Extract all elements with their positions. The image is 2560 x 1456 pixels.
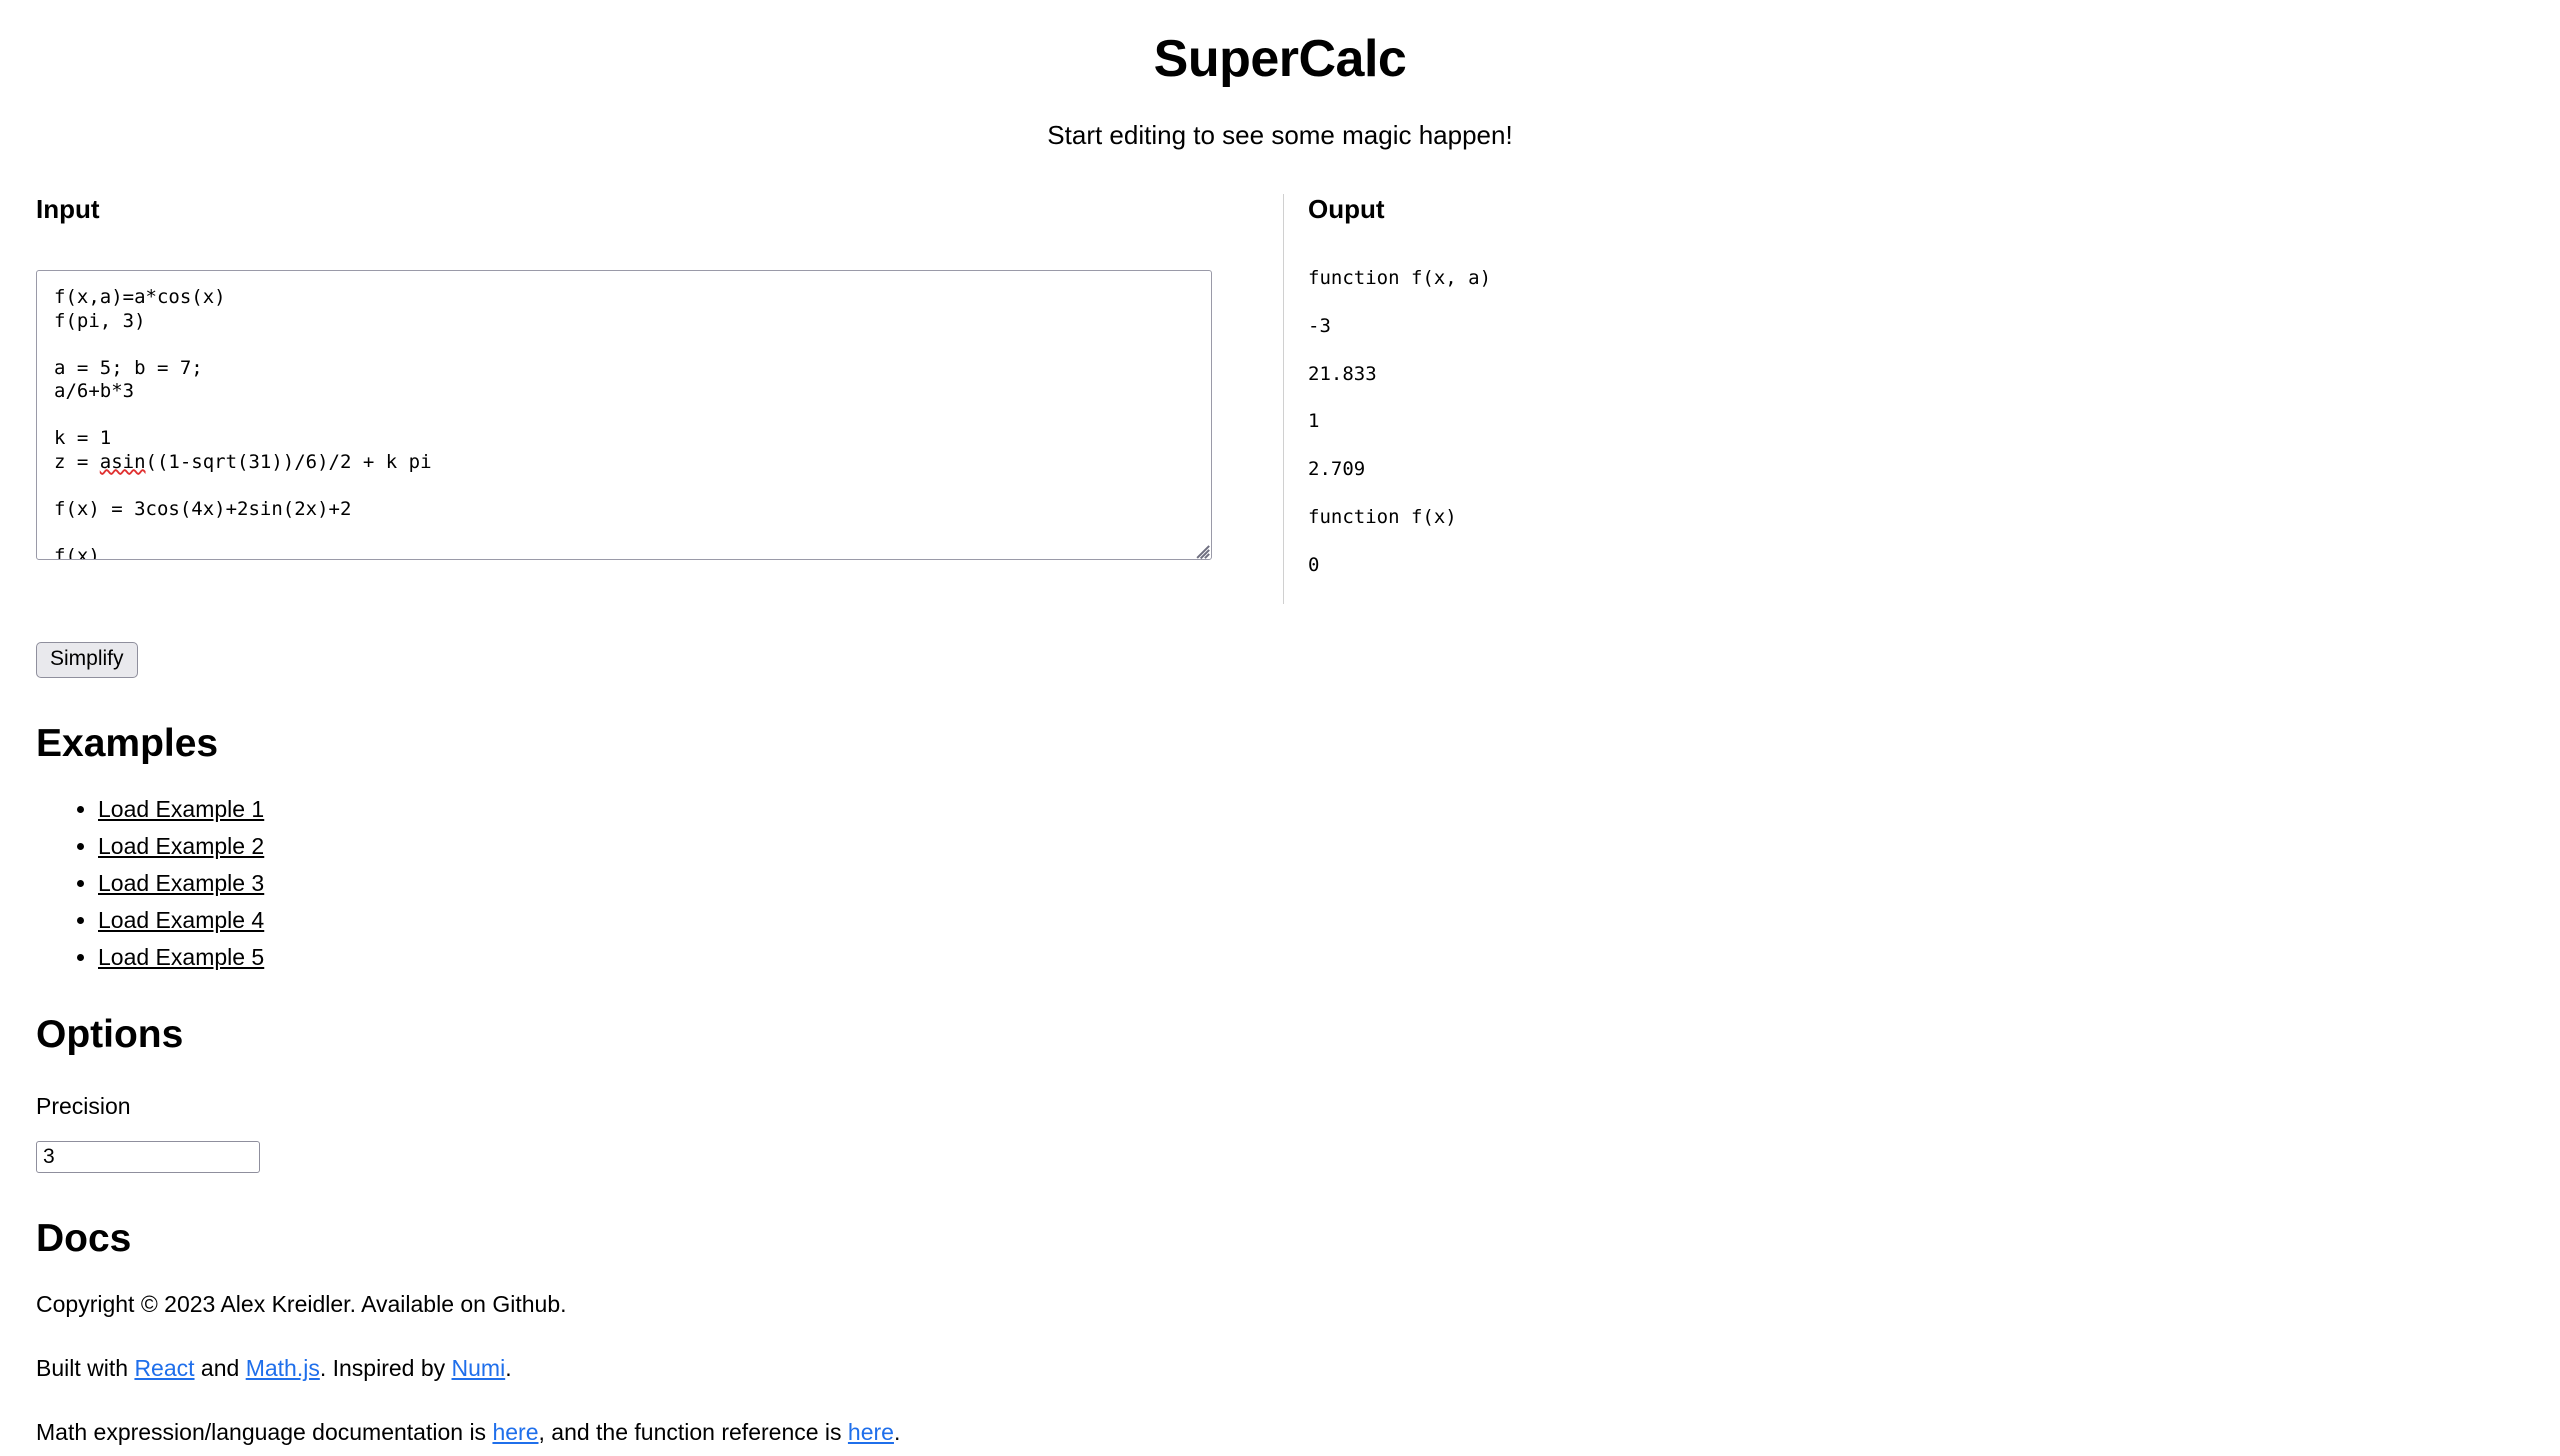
built-with-mid: and <box>194 1354 246 1381</box>
list-item: Load Example 1 <box>98 798 2560 821</box>
input-line: f(x,a)=a*cos(x) <box>54 286 226 309</box>
load-example-1-link[interactable]: Load Example 1 <box>98 796 264 822</box>
input-line: f(x) = 3cos(4x)+2sin(2x)+2 <box>54 497 352 520</box>
output-results: function f(x, a) -3 21.833 1 2.709 function f… <box>1308 267 2560 577</box>
input-line: a = 5; b = 7; <box>54 356 203 379</box>
examples-heading: Examples <box>36 722 219 766</box>
copyright-text: Copyright © 2023 Alex Kreidler. Availabl… <box>36 1291 567 1318</box>
docs-heading: Docs <box>36 1216 132 1260</box>
precision-label: Precision <box>36 1092 131 1119</box>
output-line: 21.833 <box>1308 362 1377 385</box>
doc-prefix: Math expression/language documentation i… <box>36 1418 493 1445</box>
list-item: Load Example 2 <box>98 835 2560 858</box>
page-subtitle: Start editing to see some magic happen! <box>1047 119 1513 150</box>
input-textarea-wrapper: f(x,a)=a*cos(x) f(pi, 3) a = 5; b = 7; a/6… <box>36 270 1212 561</box>
doc-suffix: . <box>893 1418 901 1445</box>
list-item: Load Example 3 <box>98 872 2560 895</box>
doc-mid: , and the function reference is <box>538 1418 848 1445</box>
built-with-prefix: Built with <box>36 1354 135 1381</box>
output-line: function f(x, a) <box>1308 267 1492 290</box>
options-heading: Options <box>36 1013 184 1057</box>
simplify-button[interactable]: Simplify <box>36 641 138 679</box>
load-example-2-link[interactable]: Load Example 2 <box>98 833 264 859</box>
numi-link[interactable]: Numi <box>452 1355 506 1381</box>
function-reference-link[interactable]: here <box>848 1419 894 1445</box>
input-line: z = asin((1-sqrt(31))/6)/2 + k pi <box>54 450 432 473</box>
documentation-text: Math expression/language documentation i… <box>36 1419 2560 1447</box>
app-header: SuperCalc Start editing to see some magi… <box>0 0 2560 151</box>
input-pane: Input f(x,a)=a*cos(x) f(pi, 3) a = 5; b =… <box>36 194 1283 604</box>
input-heading: Input <box>36 193 100 224</box>
list-item: Load Example 5 <box>98 946 2560 969</box>
list-item: Load Example 4 <box>98 909 2560 932</box>
expression-docs-link[interactable]: here <box>492 1419 538 1445</box>
output-line: 2.709 <box>1308 458 1366 481</box>
input-line: f(x) <box>54 544 100 561</box>
output-heading: Ouput <box>1308 193 1385 224</box>
page-title: SuperCalc <box>1153 30 1407 88</box>
built-with-text: Built with React and Math.js. Inspired b… <box>36 1355 2560 1383</box>
input-line <box>54 333 1199 357</box>
input-line <box>54 404 1199 428</box>
input-line <box>54 521 1199 545</box>
load-example-5-link[interactable]: Load Example 5 <box>98 944 264 970</box>
input-line: a/6+b*3 <box>54 380 135 403</box>
load-example-4-link[interactable]: Load Example 4 <box>98 907 264 933</box>
examples-section: Examples Load Example 1Load Example 2Loa… <box>0 722 2560 969</box>
react-link[interactable]: React <box>134 1355 194 1381</box>
simplify-button-row: Simplify <box>0 641 2560 679</box>
output-pane: Ouput function f(x, a) -3 21.833 1 2.709 func… <box>1284 194 2560 604</box>
docs-section: Docs Copyright © 2023 Alex Kreidler. Ava… <box>0 1217 2560 1447</box>
input-textarea[interactable]: f(x,a)=a*cos(x) f(pi, 3) a = 5; b = 7; a/6… <box>36 270 1212 561</box>
editor-panes: Input f(x,a)=a*cos(x) f(pi, 3) a = 5; b =… <box>0 193 2560 604</box>
output-line: function f(x) <box>1308 505 1457 528</box>
output-line: -3 <box>1308 314 1331 337</box>
examples-list: Load Example 1 Load Example 2 Load Example… <box>36 798 2560 969</box>
input-line: f(pi, 3) <box>54 309 146 332</box>
load-example-3-link[interactable]: Load Example 3 <box>98 870 264 896</box>
inspired-suffix: . <box>505 1354 512 1381</box>
precision-input[interactable] <box>36 1140 260 1173</box>
input-line: k = 1 <box>54 427 112 450</box>
output-line: 1 <box>1308 410 1320 433</box>
inspired-prefix: . Inspired by <box>319 1354 452 1381</box>
mathjs-link[interactable]: Math.js <box>246 1355 320 1381</box>
input-line <box>54 474 1199 498</box>
output-line: 0 <box>1308 553 1320 576</box>
options-section: Options Precision <box>0 1013 2560 1173</box>
spellcheck-underline: asin <box>99 450 146 473</box>
